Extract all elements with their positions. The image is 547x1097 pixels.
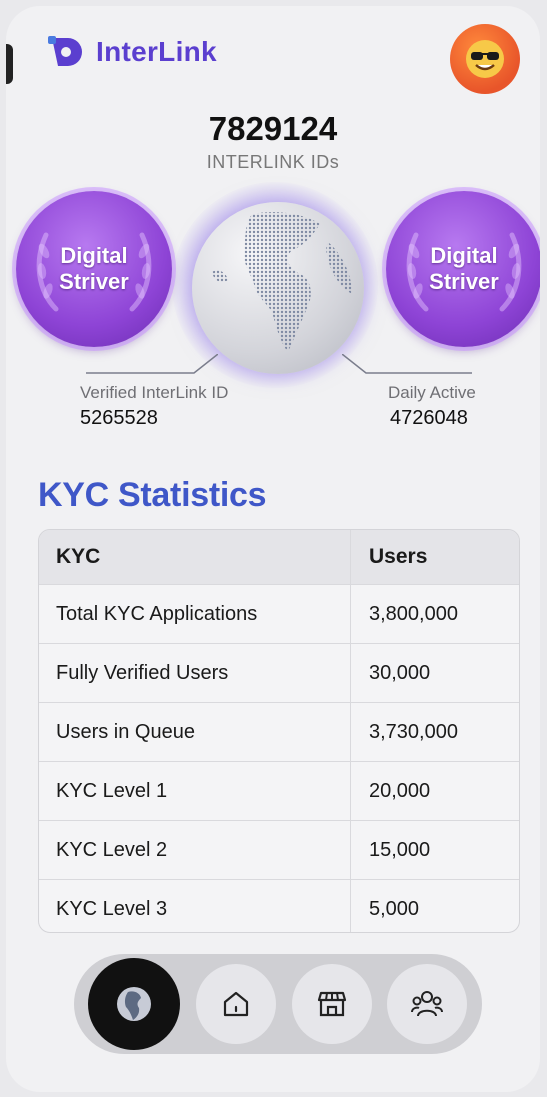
edge-indicator xyxy=(6,44,13,84)
sunglasses-emoji-icon xyxy=(466,40,504,78)
badge-digital-striver-left[interactable]: Digital Striver xyxy=(16,191,172,347)
column-header-users: Users xyxy=(369,545,428,568)
row-value: 15,000 xyxy=(369,838,431,861)
people-icon xyxy=(411,991,443,1017)
row-label: Users in Queue xyxy=(39,703,351,761)
globe-icon xyxy=(117,987,151,1021)
app-screen: InterLink 7829124 INTERLINK IDs Digital … xyxy=(6,6,540,1092)
globe-image xyxy=(192,202,364,374)
verified-id-label: Verified InterLink ID xyxy=(80,383,229,402)
connector-line-right xyxy=(342,354,472,374)
kyc-table: KYC Users Total KYC Applications 3,800,0… xyxy=(38,529,520,933)
row-label: Total KYC Applications xyxy=(39,585,351,643)
home-icon xyxy=(223,991,249,1017)
connector-line-left xyxy=(86,354,218,374)
nav-home-button[interactable] xyxy=(196,964,276,1044)
table-row: KYC Level 2 15,000 xyxy=(39,820,519,879)
badge-label: Digital Striver xyxy=(429,243,499,294)
profile-avatar[interactable] xyxy=(450,24,520,94)
nav-store-button[interactable] xyxy=(292,964,372,1044)
daily-active-label: Daily Active xyxy=(388,383,476,402)
badge-label: Digital Striver xyxy=(59,243,129,294)
store-icon xyxy=(317,991,347,1017)
nav-globe-button[interactable] xyxy=(88,958,180,1050)
verified-id-value: 5265528 xyxy=(80,407,158,429)
row-value: 20,000 xyxy=(369,779,431,802)
table-row: Total KYC Applications 3,800,000 xyxy=(39,584,519,643)
row-label: KYC Level 2 xyxy=(39,821,351,879)
table-row: KYC Level 1 20,000 xyxy=(39,761,519,820)
table-row: Users in Queue 3,730,000 xyxy=(39,702,519,761)
row-value: 5,000 xyxy=(369,897,420,920)
table-row: Fully Verified Users 30,000 xyxy=(39,643,519,702)
table-header-row: KYC Users xyxy=(39,530,519,584)
row-label: Fully Verified Users xyxy=(39,644,351,702)
row-label: KYC Level 1 xyxy=(39,762,351,820)
row-label: KYC Level 3 xyxy=(39,880,351,932)
total-ids-label: INTERLINK IDs xyxy=(206,152,340,172)
nav-people-button[interactable] xyxy=(387,964,467,1044)
row-value: 3,730,000 xyxy=(369,720,458,743)
row-value: 3,800,000 xyxy=(369,602,458,625)
bottom-nav xyxy=(74,954,482,1054)
table-row: KYC Level 3 5,000 xyxy=(39,879,519,932)
interlink-logo-icon xyxy=(48,36,82,66)
kyc-statistics-title: KYC Statistics xyxy=(38,476,267,514)
row-value: 30,000 xyxy=(369,661,431,684)
app-logo[interactable]: InterLink xyxy=(42,30,217,74)
column-header-kyc: KYC xyxy=(39,530,351,584)
total-ids-value: 7829124 xyxy=(208,110,338,147)
badge-digital-striver-right[interactable]: Digital Striver xyxy=(386,191,540,347)
app-name: InterLink xyxy=(96,36,217,67)
daily-active-value: 4726048 xyxy=(390,407,468,429)
